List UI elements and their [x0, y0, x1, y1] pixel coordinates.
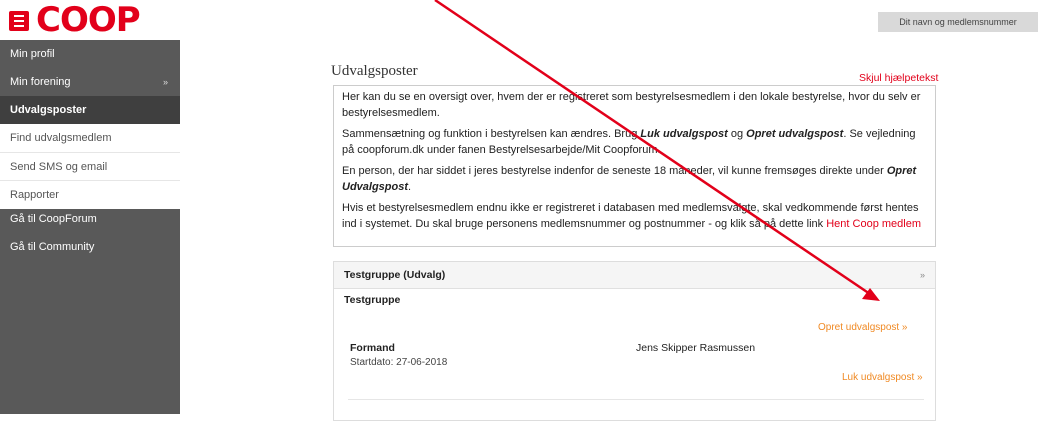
annotation-arrow-icon [434, 0, 880, 301]
